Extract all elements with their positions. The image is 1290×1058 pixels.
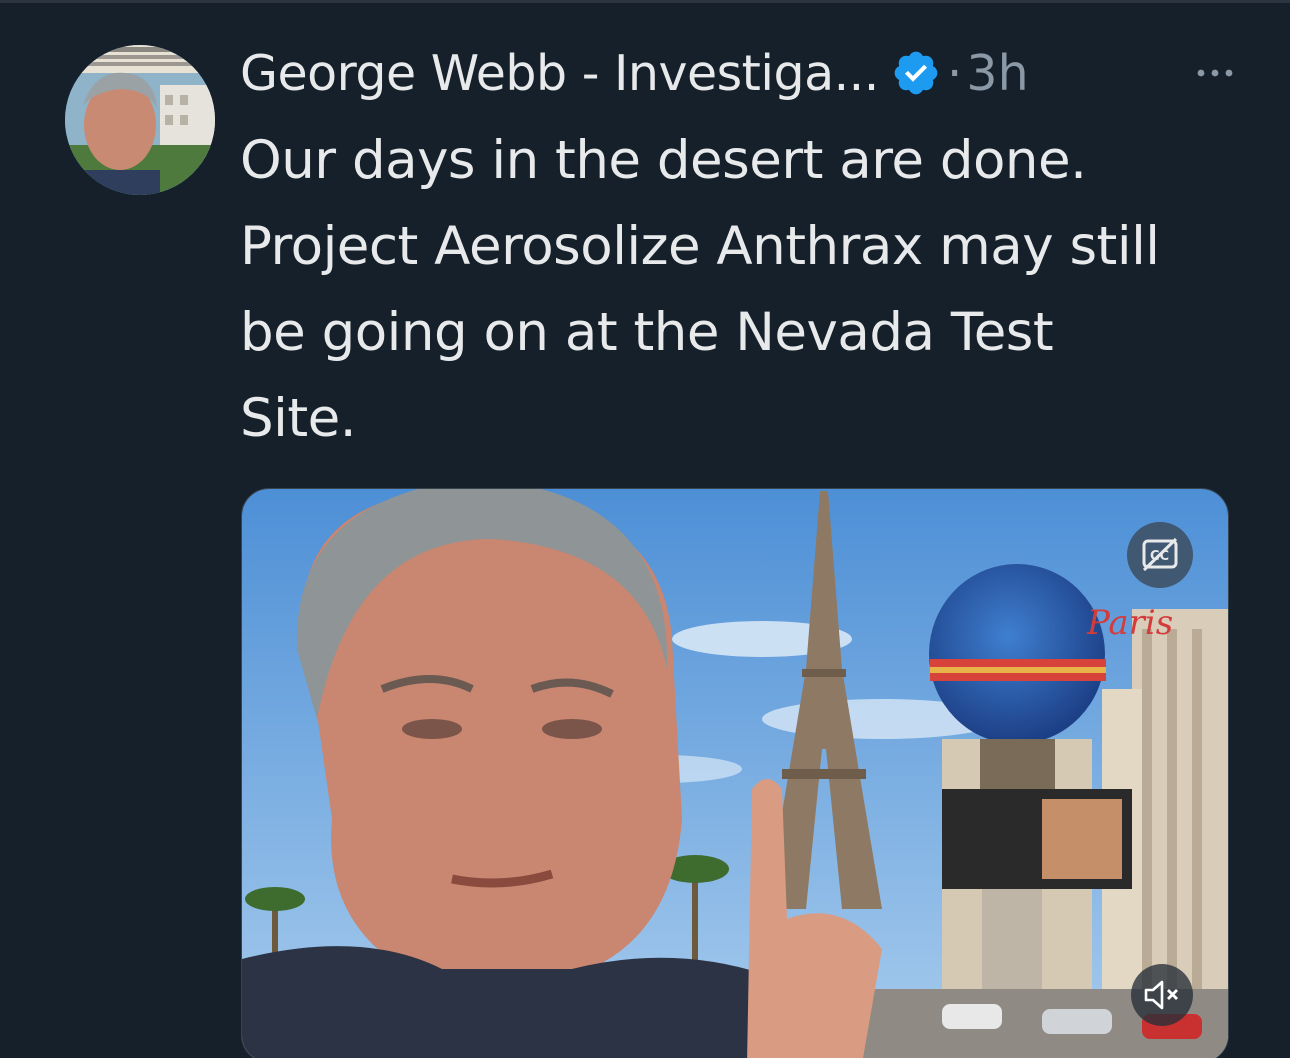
ellipsis-icon [1197,69,1233,77]
video-frame: Paris [242,489,1228,1058]
tweet-header: George Webb - Investiga... · 3h [240,38,1250,108]
tweet-text-line: Our days in the desert are done. [240,130,1087,191]
top-divider [0,0,1290,3]
mute-toggle-button[interactable] [1131,964,1193,1026]
tweet-timestamp[interactable]: 3h [966,45,1028,102]
captions-off-icon: CC [1142,537,1178,572]
header-separator: · [946,44,963,102]
tweet-text-line: be going on at the Nevada Test [240,302,1054,363]
author-avatar[interactable] [65,45,215,195]
avatar-photo [65,45,215,195]
verified-badge-icon[interactable] [891,48,941,98]
author-display-name[interactable]: George Webb - Investiga... [240,45,879,102]
tweet-video[interactable]: Paris [241,488,1229,1058]
tweet-text-line: Site. [240,388,357,449]
captions-toggle-button[interactable]: CC [1127,522,1193,588]
tweet-text-line: Project Aerosolize Anthrax may still [240,216,1160,277]
more-options-button[interactable] [1185,38,1245,108]
muted-speaker-icon [1144,980,1178,1010]
tweet-page: George Webb - Investiga... · 3h Our days… [0,0,1290,1058]
svg-text:Paris: Paris [1086,603,1173,643]
tweet-text: Our days in the desert are done. Project… [240,118,1250,462]
